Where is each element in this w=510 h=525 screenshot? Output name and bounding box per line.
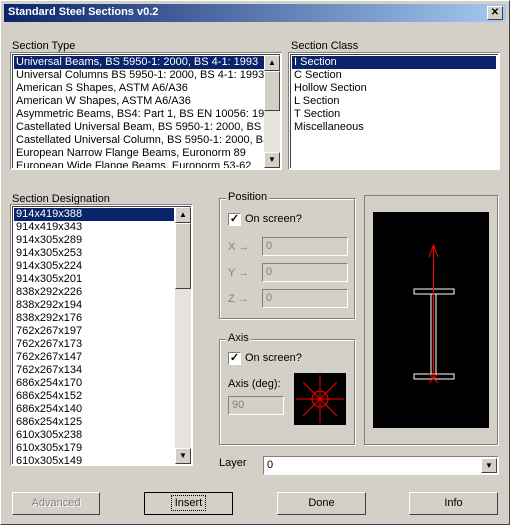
section-class-item[interactable]: I Section [292, 56, 496, 69]
section-designation-item[interactable]: 914x305x224 [14, 260, 174, 273]
section-type-item[interactable]: Asymmetric Beams, BS4: Part 1, BS EN 100… [14, 108, 276, 121]
section-type-item[interactable]: Universal Beams, BS 5950-1: 2000, BS 4-1… [14, 56, 264, 69]
axis-deg-field[interactable]: 90 [228, 396, 284, 415]
section-designation-list[interactable]: 914x419x388 914x419x343 914x305x289 914x305… [10, 204, 193, 466]
info-button[interactable]: Info [409, 492, 498, 515]
section-type-list[interactable]: Universal Beams, BS 5950-1: 2000, BS 4-1… [10, 52, 282, 170]
section-designation-item[interactable]: 610x305x149 [14, 455, 174, 464]
axis-dial[interactable] [294, 373, 346, 425]
section-designation-item[interactable]: 838x292x176 [14, 312, 174, 325]
advanced-button[interactable]: Advanced [12, 492, 100, 515]
done-button[interactable]: Done [277, 492, 366, 515]
window-title: Standard Steel Sections v0.2 [8, 6, 159, 18]
section-type-item[interactable]: Castellated Universal Beam, BS 5950-1: 2… [14, 121, 274, 134]
layer-select-value: 0 [267, 459, 274, 471]
section-designation-item[interactable]: 914x419x388 [14, 208, 174, 221]
insert-button-label: Insert [170, 495, 207, 511]
section-designation-item[interactable]: 914x419x343 [14, 221, 174, 234]
section-designation-item[interactable]: 762x267x147 [14, 351, 174, 364]
layer-select[interactable]: 0 ▼ [263, 456, 499, 475]
section-type-item[interactable]: Castellated Universal Column, BS 5950-1:… [14, 134, 280, 147]
scroll-down-icon[interactable]: ▼ [175, 448, 191, 464]
section-type-label: Section Type [12, 40, 76, 52]
section-class-item[interactable]: Miscellaneous [292, 121, 496, 134]
section-type-item[interactable]: American W Shapes, ASTM A6/A36 [14, 95, 264, 108]
section-type-item[interactable]: American S Shapes, ASTM A6/A36 [14, 82, 264, 95]
x-label: X → [228, 241, 250, 253]
section-designation-item[interactable]: 762x267x173 [14, 338, 174, 351]
scroll-up-icon[interactable]: ▲ [264, 55, 280, 71]
section-preview-frame [364, 195, 498, 445]
y-position-field[interactable]: 0 [262, 263, 348, 282]
section-class-item[interactable]: Hollow Section [292, 82, 496, 95]
chevron-down-icon[interactable]: ▼ [481, 458, 497, 473]
section-designation-item[interactable]: 838x292x226 [14, 286, 174, 299]
section-designation-item[interactable]: 686x254x170 [14, 377, 174, 390]
position-on-screen-label: On screen? [245, 213, 302, 225]
steel-sections-dialog: Standard Steel Sections v0.2 ✕ Section T… [0, 0, 510, 525]
section-class-item[interactable]: T Section [292, 108, 496, 121]
section-designation-item[interactable]: 686x254x152 [14, 390, 174, 403]
axis-on-screen-label: On screen? [245, 352, 302, 364]
section-designation-item[interactable]: 610x305x238 [14, 429, 174, 442]
x-axis-label: X [228, 241, 236, 253]
section-type-scrollbar[interactable]: ▲ ▼ [264, 55, 280, 168]
section-designation-scrollbar[interactable]: ▲ ▼ [175, 207, 191, 464]
section-class-label: Section Class [291, 40, 359, 52]
z-label: Z → [228, 293, 249, 305]
axis-on-screen-checkbox[interactable]: ✓ [228, 352, 241, 365]
axis-group: Axis ✓ On screen? Axis (deg): 90 [219, 332, 355, 445]
section-class-item[interactable]: C Section [292, 69, 496, 82]
scroll-up-icon[interactable]: ▲ [175, 207, 191, 223]
section-type-item[interactable]: European Narrow Flange Beams, Euronorm 8… [14, 147, 264, 160]
axis-group-title: Axis [226, 332, 251, 344]
scroll-thumb[interactable] [175, 223, 191, 289]
scroll-thumb[interactable] [264, 71, 280, 111]
z-position-field[interactable]: 0 [262, 289, 348, 308]
position-group-title: Position [226, 191, 270, 203]
section-class-list[interactable]: I Section C Section Hollow Section L Sectio… [288, 52, 500, 170]
section-designation-item[interactable]: 914x305x201 [14, 273, 174, 286]
section-designation-item[interactable]: 610x305x179 [14, 442, 174, 455]
insert-button[interactable]: Insert [144, 492, 233, 515]
section-designation-item[interactable]: 838x292x194 [14, 299, 174, 312]
z-axis-label: Z [228, 293, 235, 305]
section-designation-item[interactable]: 914x305x289 [14, 234, 174, 247]
layer-label: Layer [219, 457, 247, 469]
axis-deg-label: Axis (deg): [228, 378, 281, 390]
close-icon[interactable]: ✕ [487, 6, 503, 20]
section-designation-item[interactable]: 914x305x253 [14, 247, 174, 260]
section-designation-item[interactable]: 686x254x140 [14, 403, 174, 416]
section-type-item[interactable]: Universal Columns BS 5950-1: 2000, BS 4-… [14, 69, 264, 82]
position-group: Position ✓ On screen? X → 0 Y → 0 Z → 0 [219, 191, 355, 319]
y-label: Y → [228, 267, 250, 279]
scroll-down-icon[interactable]: ▼ [264, 152, 280, 168]
compass-rose-icon [296, 375, 344, 423]
section-preview-canvas [373, 212, 489, 428]
section-designation-item[interactable]: 686x254x125 [14, 416, 174, 429]
section-designation-item[interactable]: 762x267x134 [14, 364, 174, 377]
section-type-item[interactable]: European Wide Flange Beams, Euronorm 53-… [14, 160, 264, 168]
i-section-preview [413, 243, 455, 384]
x-position-field[interactable]: 0 [262, 237, 348, 256]
section-class-item[interactable]: L Section [292, 95, 496, 108]
section-designation-item[interactable]: 762x267x197 [14, 325, 174, 338]
position-on-screen-checkbox[interactable]: ✓ [228, 213, 241, 226]
title-bar[interactable]: Standard Steel Sections v0.2 ✕ [4, 4, 506, 22]
y-axis-label: Y [228, 267, 236, 279]
